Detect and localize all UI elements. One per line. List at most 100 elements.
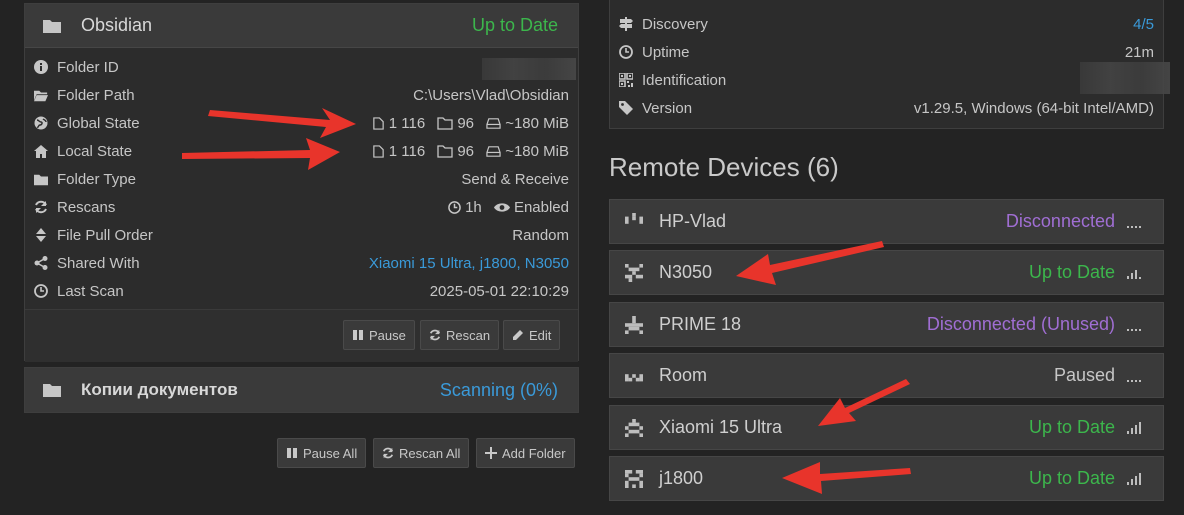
refresh-icon bbox=[34, 200, 48, 214]
folder-path-value: C:\Users\Vlad\Obsidian bbox=[413, 86, 569, 104]
folder-panel-kopii[interactable]: Копии документов Scanning (0%) bbox=[24, 367, 579, 413]
pause-icon bbox=[353, 330, 363, 340]
folder-icon bbox=[34, 172, 48, 186]
signal-full-icon bbox=[1127, 421, 1141, 434]
row-label: Version bbox=[642, 99, 693, 117]
discovery-value[interactable]: 4/5 bbox=[1133, 16, 1154, 33]
pause-button[interactable]: Pause bbox=[343, 320, 415, 350]
row-shared-with: Shared With Xiaomi 15 Ultra, j1800, N305… bbox=[34, 249, 569, 277]
local-files: 1 116 bbox=[388, 142, 426, 160]
row-folder-type: Folder Type Send & Receive bbox=[34, 165, 569, 193]
signal-full-icon bbox=[1127, 472, 1141, 485]
device-n3050[interactable]: N3050 Up to Date bbox=[609, 250, 1164, 295]
folder-title: Копии документов bbox=[81, 380, 238, 399]
device-status: Disconnected bbox=[1005, 211, 1115, 231]
device-name: j1800 bbox=[659, 468, 704, 488]
device-name: N3050 bbox=[659, 262, 713, 282]
device-status: Paused bbox=[1053, 365, 1115, 385]
signal-medium-icon bbox=[1127, 269, 1141, 279]
uptime-value: 21m bbox=[1124, 43, 1154, 61]
pause-all-label: Pause All bbox=[303, 445, 358, 461]
device-hp-vlad[interactable]: HP-Vlad Disconnected bbox=[609, 199, 1164, 244]
row-uptime: Uptime 21m bbox=[619, 38, 1154, 66]
hdd-icon bbox=[486, 117, 501, 129]
row-label: Rescans bbox=[57, 198, 116, 216]
local-size: ~180 MiB bbox=[505, 142, 569, 160]
signal-none-icon bbox=[1127, 379, 1141, 382]
pause-all-button[interactable]: Pause All bbox=[277, 438, 367, 468]
add-folder-button[interactable]: Add Folder bbox=[476, 438, 575, 468]
device-identicon bbox=[625, 469, 643, 488]
signal-none-icon bbox=[1127, 328, 1141, 331]
row-global-state: Global State 1 116 96 ~180 MiB bbox=[34, 109, 569, 137]
device-room[interactable]: Room Paused bbox=[609, 353, 1164, 398]
row-label: Uptime bbox=[642, 43, 690, 61]
redacted-identification bbox=[1080, 62, 1170, 94]
device-status: Disconnected (Unused) bbox=[926, 314, 1115, 334]
device-identicon bbox=[625, 315, 643, 334]
rescan-interval: 1h bbox=[465, 198, 482, 216]
row-label: Shared With bbox=[57, 254, 140, 272]
refresh-icon bbox=[382, 447, 394, 459]
folder-status: Up to Date bbox=[471, 15, 558, 35]
watch-status: Enabled bbox=[513, 198, 569, 216]
row-label: Identification bbox=[642, 71, 727, 89]
rescans-value: 1h Enabled bbox=[448, 199, 569, 216]
row-rescans: Rescans 1h Enabled bbox=[34, 193, 569, 221]
clock-icon bbox=[619, 45, 633, 59]
globe-icon bbox=[34, 116, 48, 130]
local-state-value: 1 116 96 ~180 MiB bbox=[372, 143, 569, 160]
file-icon bbox=[372, 116, 384, 130]
last-scan-value: 2025-05-01 22:10:29 bbox=[429, 282, 569, 300]
plus-icon bbox=[485, 447, 497, 459]
edit-label: Edit bbox=[529, 327, 552, 343]
device-xiaomi-15-ultra[interactable]: Xiaomi 15 Ultra Up to Date bbox=[609, 405, 1164, 450]
folder-type-value: Send & Receive bbox=[461, 170, 569, 188]
row-label: Local State bbox=[57, 142, 133, 160]
folder-header[interactable]: Obsidian Up to Date bbox=[25, 4, 578, 48]
version-value: v1.29.5, Windows (64-bit Intel/AMD) bbox=[913, 99, 1154, 117]
clock-icon bbox=[448, 200, 461, 214]
refresh-icon bbox=[429, 329, 441, 341]
file-icon bbox=[372, 144, 384, 158]
device-prime-18[interactable]: PRIME 18 Disconnected (Unused) bbox=[609, 302, 1164, 347]
sort-icon bbox=[34, 228, 48, 242]
clock-icon bbox=[34, 284, 48, 298]
device-identicon bbox=[625, 373, 643, 381]
device-name: Xiaomi 15 Ultra bbox=[659, 417, 783, 437]
folder-outline-icon bbox=[437, 144, 453, 158]
remote-devices-title: Remote Devices (6) bbox=[609, 152, 839, 182]
device-name: Room bbox=[659, 365, 708, 385]
folder-panel-obsidian: Obsidian Up to Date Folder ID Folder Pat… bbox=[24, 3, 579, 362]
pause-icon bbox=[287, 448, 297, 458]
signal-none-icon bbox=[1127, 225, 1141, 228]
edit-button[interactable]: Edit bbox=[503, 320, 561, 350]
row-label: Folder Type bbox=[57, 170, 136, 188]
shared-with-links[interactable]: Xiaomi 15 Ultra, j1800, N3050 bbox=[369, 255, 569, 272]
folder-header[interactable]: Копии документов Scanning (0%) bbox=[25, 368, 578, 412]
global-dirs: 96 bbox=[457, 114, 475, 132]
add-folder-label: Add Folder bbox=[502, 445, 566, 461]
device-name: PRIME 18 bbox=[659, 314, 742, 334]
row-version: Version v1.29.5, Windows (64-bit Intel/A… bbox=[619, 94, 1154, 122]
redacted-folder-id bbox=[482, 58, 576, 80]
device-name: HP-Vlad bbox=[659, 211, 727, 231]
rescan-all-button[interactable]: Rescan All bbox=[373, 438, 470, 468]
global-size: ~180 MiB bbox=[505, 114, 569, 132]
device-identicon bbox=[625, 212, 643, 224]
local-dirs: 96 bbox=[457, 142, 475, 160]
row-folder-path: Folder Path C:\Users\Vlad\Obsidian bbox=[34, 81, 569, 109]
pull-order-value: Random bbox=[512, 226, 569, 244]
rescan-button[interactable]: Rescan bbox=[420, 320, 500, 350]
row-identification: Identification bbox=[619, 66, 1154, 94]
folder-icon bbox=[43, 19, 61, 33]
tag-icon bbox=[619, 101, 633, 115]
rescan-label: Rescan bbox=[446, 327, 491, 343]
row-file-pull-order: File Pull Order Random bbox=[34, 221, 569, 249]
folder-status: Scanning (0%) bbox=[439, 379, 558, 400]
device-j1800[interactable]: j1800 Up to Date bbox=[609, 456, 1164, 501]
device-identicon bbox=[625, 263, 643, 282]
rescan-all-label: Rescan All bbox=[399, 445, 461, 461]
folder-outline-icon bbox=[437, 116, 453, 130]
row-label: Last Scan bbox=[57, 282, 124, 300]
